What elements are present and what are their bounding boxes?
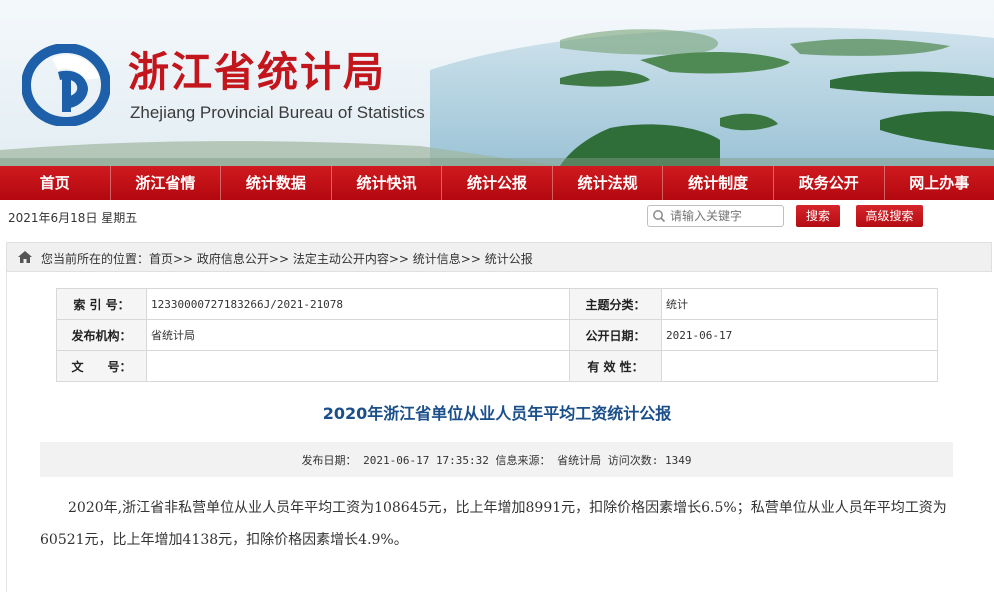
advanced-search-button[interactable]: 高级搜索 bbox=[856, 205, 923, 227]
header-banner: 浙江省统计局 Zhejiang Provincial Bureau of Sta… bbox=[0, 0, 994, 166]
open-date-label: 公开日期： bbox=[569, 319, 662, 351]
category-value: 统计 bbox=[661, 288, 938, 320]
nav-item-statistics-news[interactable]: 统计快讯 bbox=[332, 166, 442, 200]
validity-label: 有 效 性： bbox=[569, 350, 662, 382]
breadcrumb: 您当前所在的位置：首页>> 政府信息公开>> 法定主动公开内容>> 统计信息>>… bbox=[6, 242, 992, 272]
main-nav: 首页 浙江省情 统计数据 统计快讯 统计公报 统计法规 统计制度 政务公开 网上… bbox=[0, 166, 994, 200]
breadcrumb-text[interactable]: 您当前所在的位置：首页>> 政府信息公开>> 法定主动公开内容>> 统计信息>>… bbox=[41, 250, 533, 267]
nav-item-province-overview[interactable]: 浙江省情 bbox=[111, 166, 221, 200]
current-date: 2021年6月18日 星期五 bbox=[8, 211, 138, 225]
nav-item-statistics-law[interactable]: 统计法规 bbox=[553, 166, 663, 200]
nav-item-government-affairs[interactable]: 政务公开 bbox=[774, 166, 884, 200]
article-body: 2020年,浙江省非私营单位从业人员年平均工资为108645元，比上年增加899… bbox=[40, 500, 947, 548]
index-label: 索 引 号： bbox=[56, 288, 147, 320]
nav-item-statistics-bulletin[interactable]: 统计公报 bbox=[442, 166, 552, 200]
publisher-label: 发布机构： bbox=[56, 319, 147, 351]
table-row: 发布机构： 省统计局 公开日期： 2021-06-17 bbox=[56, 319, 938, 351]
table-row: 索 引 号： 12330000727183266J/2021-21078 主题分… bbox=[56, 288, 938, 320]
nav-item-statistics-system[interactable]: 统计制度 bbox=[663, 166, 773, 200]
search-button[interactable]: 搜索 bbox=[796, 205, 840, 227]
doc-number-value bbox=[146, 350, 570, 382]
article-info: 发布日期： 2021-06-17 17:35:32 信息来源： 省统计局 访问次… bbox=[301, 454, 692, 467]
index-value: 12330000727183266J/2021-21078 bbox=[146, 288, 570, 320]
table-row: 文 号： 有 效 性： bbox=[56, 350, 938, 382]
nav-item-statistics-data[interactable]: 统计数据 bbox=[221, 166, 331, 200]
doc-number-label: 文 号： bbox=[56, 350, 147, 382]
document-metadata-table: 索 引 号： 12330000727183266J/2021-21078 主题分… bbox=[56, 288, 938, 382]
article-title: 2020年浙江省单位从业人员年平均工资统计公报 bbox=[322, 404, 672, 423]
site-title: 浙江省统计局 bbox=[128, 48, 386, 96]
article-info-bar: 发布日期： 2021-06-17 17:35:32 信息来源： 省统计局 访问次… bbox=[40, 442, 953, 477]
search-icon bbox=[653, 210, 666, 223]
home-icon bbox=[18, 251, 32, 263]
search-box[interactable] bbox=[647, 205, 784, 227]
category-label: 主题分类： bbox=[569, 288, 662, 320]
search-input[interactable] bbox=[670, 209, 780, 223]
bureau-logo-icon bbox=[22, 44, 110, 126]
nav-item-home[interactable]: 首页 bbox=[0, 166, 110, 200]
toolbar: 2021年6月18日 星期五 bbox=[0, 200, 994, 234]
publisher-value: 省统计局 bbox=[146, 319, 570, 351]
site-subtitle: Zhejiang Provincial Bureau of Statistics bbox=[130, 103, 425, 122]
validity-value bbox=[661, 350, 938, 382]
content-border bbox=[6, 272, 7, 592]
open-date-value: 2021-06-17 bbox=[661, 319, 938, 351]
nav-item-online-services[interactable]: 网上办事 bbox=[885, 166, 994, 200]
